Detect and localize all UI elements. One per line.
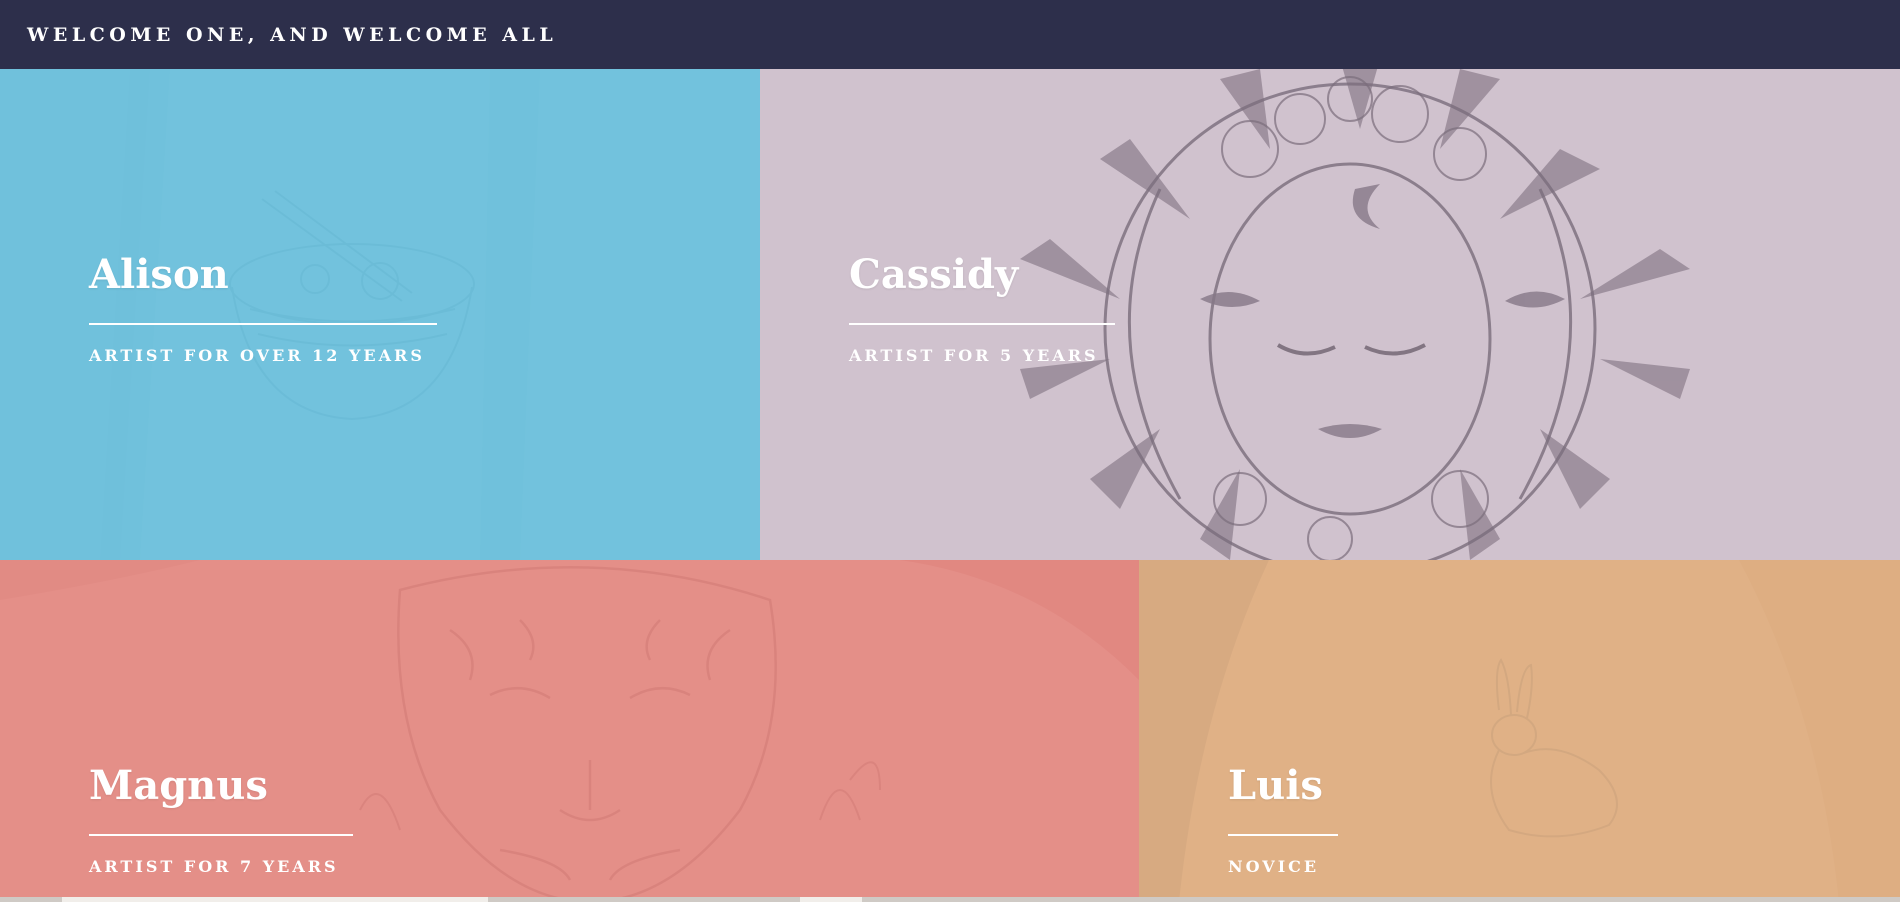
- artist-name: Luis: [1228, 762, 1323, 809]
- artist-info: Cassidy ARTIST FOR 5 YEARS: [849, 255, 1115, 364]
- artist-card-alison[interactable]: Alison ARTIST FOR OVER 12 YEARS: [0, 69, 760, 560]
- divider: [89, 834, 353, 836]
- artist-card-cassidy[interactable]: Cassidy ARTIST FOR 5 YEARS: [760, 69, 1900, 560]
- divider: [89, 323, 437, 325]
- artist-card-magnus[interactable]: Magnus ARTIST FOR 7 YEARS: [0, 560, 1139, 902]
- artist-info: Alison ARTIST FOR OVER 12 YEARS: [89, 255, 437, 364]
- artist-name: Alison: [89, 251, 229, 298]
- artist-experience: NOVICE: [1228, 857, 1320, 876]
- site-header: WELCOME ONE, AND WELCOME ALL: [0, 0, 1900, 69]
- artist-name: Magnus: [89, 762, 268, 809]
- site-title: WELCOME ONE, AND WELCOME ALL: [27, 23, 558, 46]
- artist-experience: ARTIST FOR 7 YEARS: [89, 857, 339, 876]
- artist-info: Magnus ARTIST FOR 7 YEARS: [89, 766, 353, 875]
- divider: [849, 323, 1115, 325]
- artist-name: Cassidy: [849, 251, 1019, 298]
- bottom-strip-segment: [62, 897, 488, 902]
- artist-experience: ARTIST FOR OVER 12 YEARS: [89, 346, 425, 365]
- page-bottom-edge: [0, 897, 1900, 902]
- artist-info: Luis NOVICE: [1228, 766, 1338, 875]
- artist-experience: ARTIST FOR 5 YEARS: [849, 346, 1099, 365]
- divider: [1228, 834, 1338, 836]
- bottom-strip-segment: [800, 897, 862, 902]
- artist-card-luis[interactable]: Luis NOVICE: [1139, 560, 1900, 902]
